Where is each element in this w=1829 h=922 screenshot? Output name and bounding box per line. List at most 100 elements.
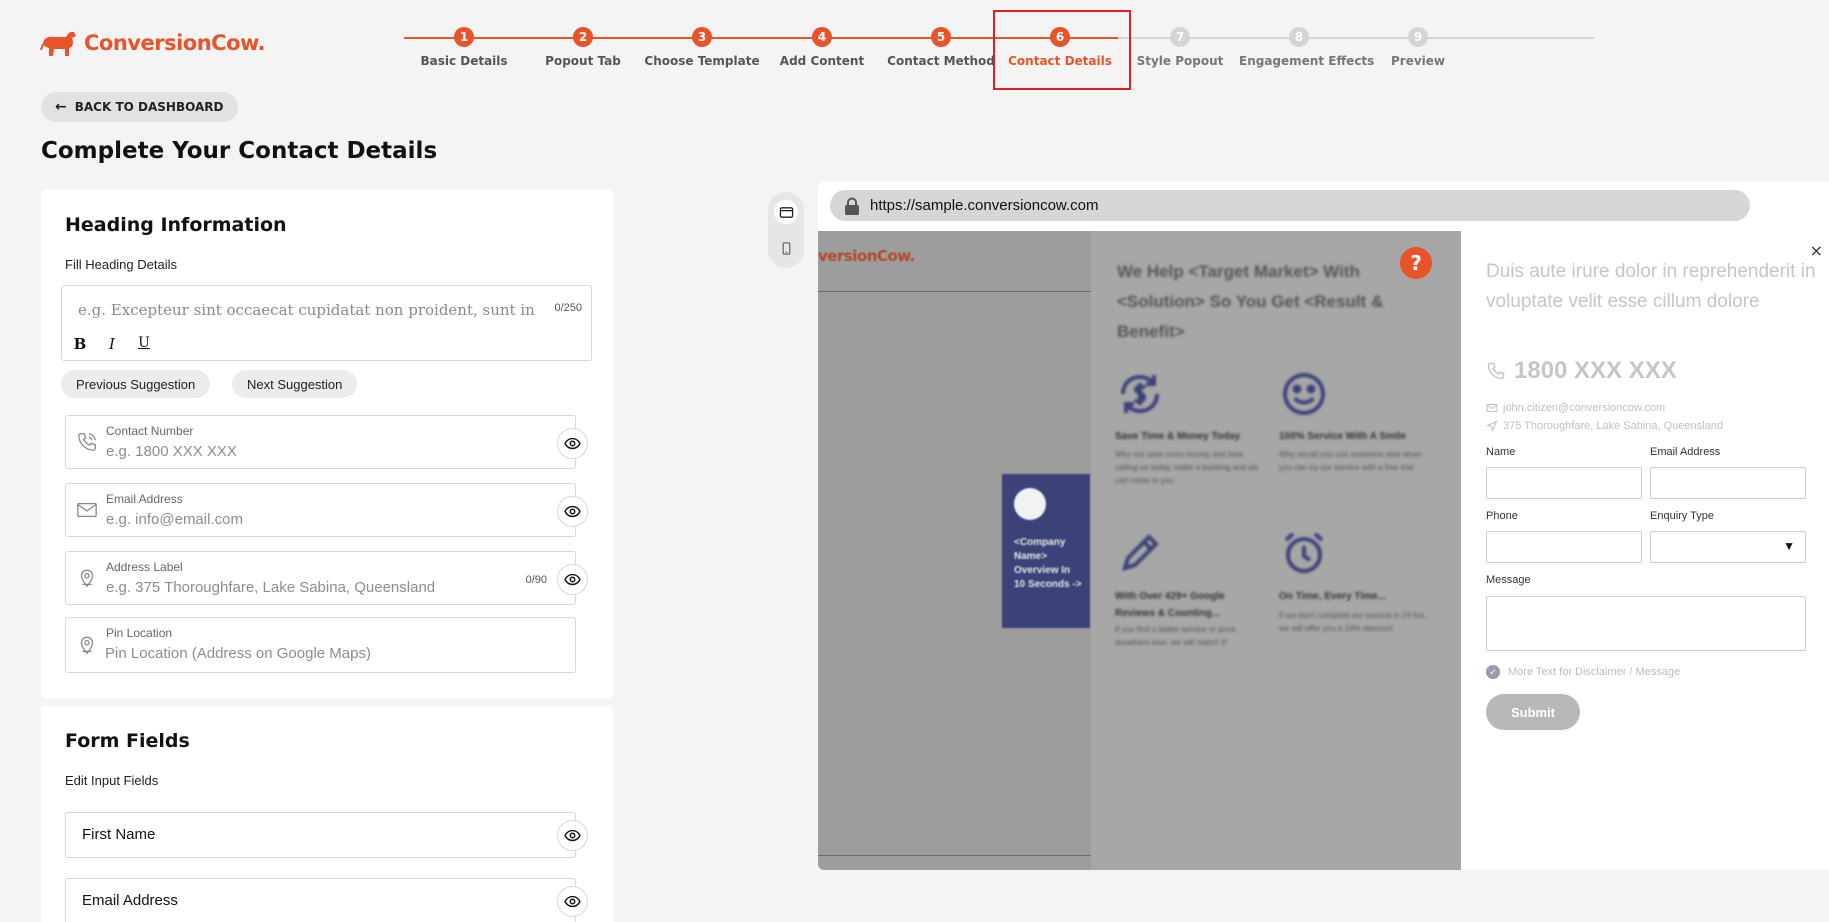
- step-number: 2: [573, 27, 593, 47]
- help-button[interactable]: ?: [1400, 247, 1432, 279]
- step-label: Basic Details: [420, 54, 508, 68]
- arrow-left-icon: ←: [55, 99, 67, 115]
- eye-icon: [564, 573, 581, 586]
- popout-address-text: 375 Thoroughfare, Lake Sabina, Queenslan…: [1503, 420, 1723, 432]
- step-number: 8: [1289, 27, 1309, 47]
- step-label: Style Popout: [1136, 54, 1224, 68]
- popout-phone-number: 1800 XXX XXX: [1514, 357, 1677, 384]
- step-label: Add Content: [779, 54, 865, 68]
- card-subtitle: Edit Input Fields: [65, 773, 159, 788]
- popout-heading: Duis aute irure dolor in reprehenderit i…: [1486, 261, 1816, 312]
- pin-location-field[interactable]: Pin Location Pin Location (Address on Go…: [65, 617, 576, 673]
- step-basic-details[interactable]: 1 Basic Details: [404, 26, 524, 68]
- address-label-field[interactable]: Address Label e.g. 375 Thoroughfare, Lak…: [65, 551, 588, 605]
- step-style-popout[interactable]: 7 Style Popout: [1120, 26, 1240, 68]
- heading-char-counter: 0/250: [554, 302, 582, 314]
- phone-icon: [78, 433, 96, 451]
- contact-number-field[interactable]: Contact Number e.g. 1800 XXX XXX: [65, 415, 588, 469]
- smile-icon: [1283, 373, 1325, 415]
- desktop-view-button[interactable]: [774, 200, 798, 224]
- card-subtitle: Fill Heading Details: [65, 257, 177, 272]
- form-field-value: Email Address: [82, 892, 178, 909]
- current-step-highlight: [993, 10, 1131, 90]
- site-divider: [818, 291, 1093, 292]
- map-pin-icon: [80, 636, 94, 655]
- phone-label: Phone: [1486, 510, 1518, 522]
- site-logo: versionCow.: [818, 247, 915, 265]
- eye-icon: [564, 505, 581, 518]
- disclaimer-checkbox[interactable]: ✓ More Text for Disclaimer / Message: [1486, 665, 1680, 679]
- step-number: 5: [931, 27, 951, 47]
- navigation-arrow-icon: [1486, 420, 1498, 432]
- step-add-content[interactable]: 4 Add Content: [762, 26, 882, 68]
- name-label: Name: [1486, 446, 1516, 458]
- lock-icon: [845, 196, 859, 215]
- form-field-email-address[interactable]: Email Address: [65, 878, 588, 922]
- page-title: Complete Your Contact Details: [41, 138, 438, 164]
- step-number: 9: [1408, 27, 1428, 47]
- italic-button[interactable]: I: [103, 335, 121, 353]
- visibility-toggle[interactable]: [557, 886, 588, 917]
- step-popout-tab[interactable]: 2 Popout Tab: [523, 26, 643, 68]
- company-overview-tab[interactable]: <Company Name> Overview In 10 Seconds ->: [1002, 474, 1090, 628]
- site-divider: [818, 855, 1093, 856]
- check-icon: ✓: [1486, 665, 1500, 679]
- pencil-icon: [1122, 534, 1159, 571]
- cow-logo-icon: [40, 31, 76, 56]
- phone-input[interactable]: [1486, 531, 1642, 563]
- next-suggestion-button[interactable]: Next Suggestion: [232, 370, 358, 398]
- previous-suggestion-button[interactable]: Previous Suggestion: [61, 370, 211, 398]
- feature-heading: We Help <Target Market> With <Solution> …: [1117, 262, 1384, 341]
- feature-description: Why not save more money and time calling…: [1115, 450, 1259, 485]
- step-choose-template[interactable]: 3 Choose Template: [642, 26, 762, 68]
- caret-down-icon: ▼: [1783, 539, 1795, 553]
- step-preview[interactable]: 9 Preview: [1358, 26, 1478, 68]
- visibility-toggle[interactable]: [557, 820, 588, 851]
- eye-icon: [564, 829, 581, 842]
- email-input[interactable]: [1650, 467, 1806, 499]
- visibility-toggle[interactable]: [557, 564, 588, 595]
- field-label: Pin Location: [106, 626, 173, 640]
- popout-email[interactable]: john.citizen@conversioncow.com: [1486, 402, 1665, 414]
- popout-address[interactable]: 375 Thoroughfare, Lake Sabina, Queenslan…: [1486, 420, 1723, 432]
- field-label: Email Address: [106, 492, 183, 506]
- eye-icon: [564, 437, 581, 450]
- brand-logo[interactable]: ConversionCow.: [40, 28, 266, 58]
- back-to-dashboard-button[interactable]: ← BACK TO DASHBOARD: [41, 92, 239, 122]
- feature-title: 100% Service With A Smile: [1279, 431, 1407, 442]
- step-engagement-effects[interactable]: 8 Engagement Effects: [1239, 26, 1374, 68]
- submit-button[interactable]: Submit: [1486, 694, 1580, 730]
- preview-browser: https://sample.conversioncow.com version…: [818, 182, 1829, 870]
- feature-description: If you find a better service or price an…: [1115, 625, 1236, 647]
- feature-description: Why would you use someone else when you …: [1279, 450, 1422, 472]
- brand-name: ConversionCow.: [84, 31, 266, 55]
- form-fields-card: Form Fields Edit Input Fields First Name…: [41, 706, 613, 922]
- heading-text-editor[interactable]: e.g. Excepteur sint occaecat cupidatat n…: [61, 285, 592, 361]
- visibility-toggle[interactable]: [557, 496, 588, 527]
- url-text: https://sample.conversioncow.com: [870, 197, 1099, 214]
- company-overview-text: <Company Name> Overview In 10 Seconds ->: [1014, 537, 1082, 590]
- phone-icon: [1487, 362, 1505, 380]
- map-pin-icon: [80, 569, 94, 588]
- step-contact-method[interactable]: 5 Contact Method: [881, 26, 1001, 68]
- name-input[interactable]: [1486, 467, 1642, 499]
- popout-email-text: john.citizen@conversioncow.com: [1503, 402, 1666, 414]
- field-placeholder: e.g. 1800 XXX XXX: [106, 443, 237, 460]
- email-address-field[interactable]: Email Address e.g. info@email.com: [65, 483, 588, 537]
- url-bar: https://sample.conversioncow.com: [830, 190, 1750, 221]
- step-label: Popout Tab: [545, 54, 621, 68]
- bold-button[interactable]: B: [71, 335, 89, 353]
- message-textarea[interactable]: [1486, 596, 1806, 651]
- visibility-toggle[interactable]: [557, 428, 588, 459]
- underline-button[interactable]: U: [135, 335, 153, 351]
- enquiry-type-select[interactable]: ▼: [1650, 531, 1806, 563]
- desktop-icon: [779, 206, 793, 218]
- form-field-first-name[interactable]: First Name: [65, 812, 588, 858]
- form-field-value: First Name: [82, 826, 156, 843]
- field-label: Contact Number: [106, 424, 194, 438]
- popout-phone[interactable]: 1800 XXX XXX: [1486, 357, 1677, 385]
- mobile-view-button[interactable]: [774, 236, 798, 260]
- play-icon: [1014, 488, 1046, 520]
- envelope-icon: [77, 502, 97, 518]
- card-title: Heading Information: [65, 214, 287, 236]
